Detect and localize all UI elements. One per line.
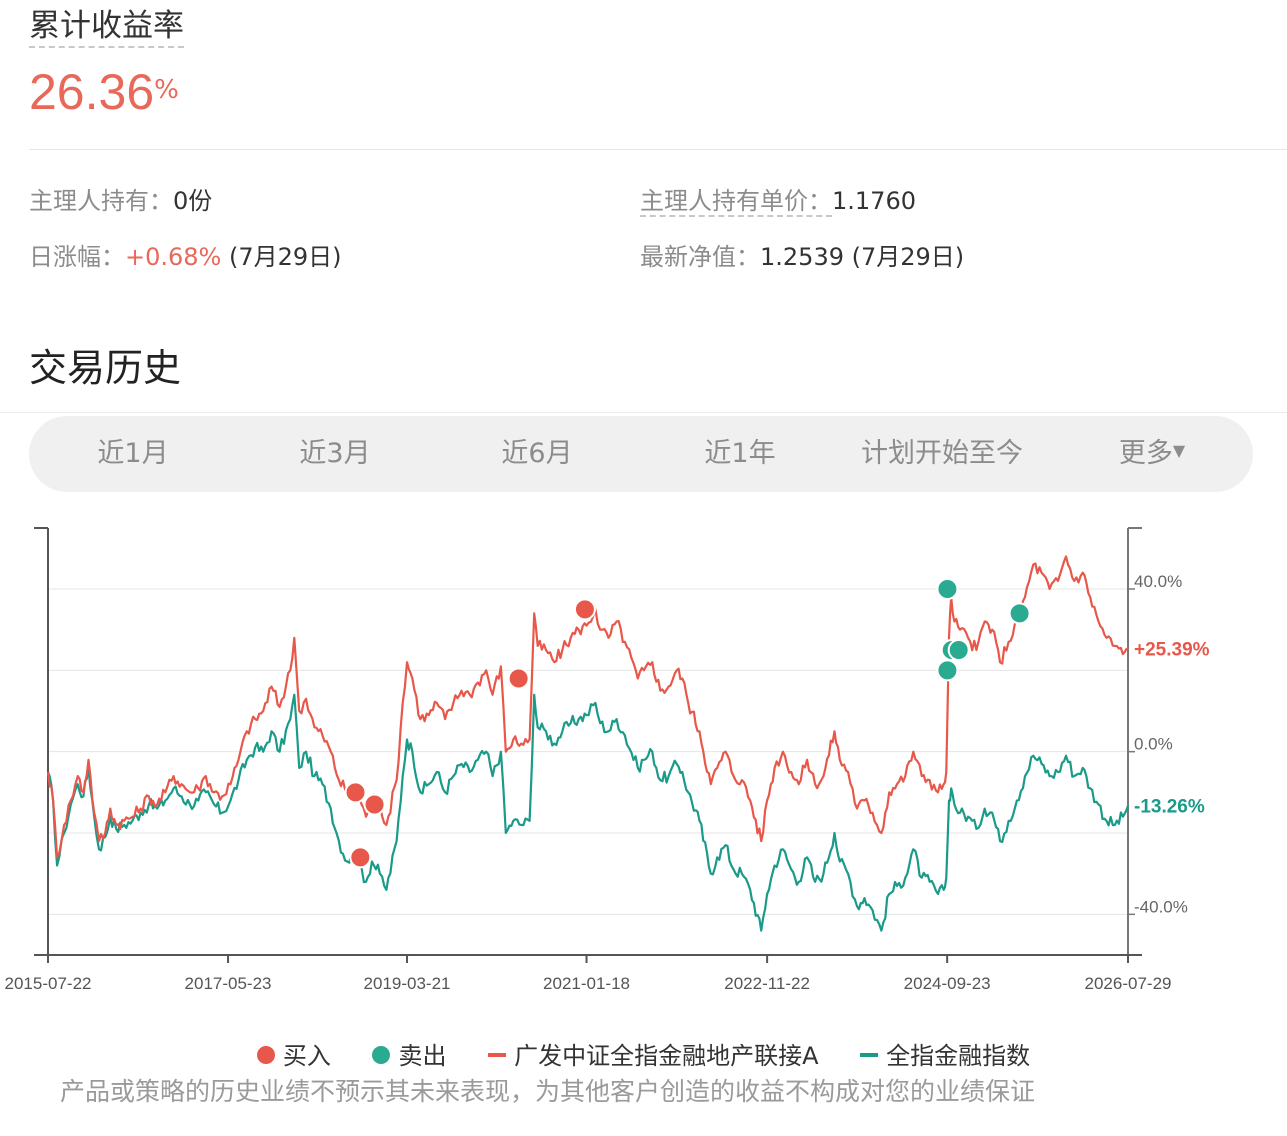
legend-label: 卖出 <box>398 1042 447 1070</box>
legend-sell: 卖出 <box>372 1036 446 1071</box>
x-tick-label: 2026-07-29 <box>1085 974 1172 993</box>
buy-marker <box>507 667 530 690</box>
tab-more-label: 更多 <box>1118 438 1173 469</box>
y-tick-label: 40.0% <box>1134 572 1182 591</box>
x-tick-label: 2015-07-22 <box>5 974 92 993</box>
index-line-icon <box>860 1053 879 1057</box>
chart-legend: 买入 卖出 广发中证全指金融地产联接A 全指金融指数 <box>0 1036 1287 1070</box>
buy-marker <box>344 781 367 804</box>
sell-dot-icon <box>372 1046 391 1064</box>
trade-history-title: 交易历史 <box>29 346 182 390</box>
return-unit: % <box>154 75 179 105</box>
daily-change-value: +0.68% <box>125 243 222 271</box>
legend-label: 买入 <box>282 1042 331 1070</box>
tab-1-year[interactable]: 近1年 <box>670 416 810 492</box>
divider <box>29 149 1287 150</box>
period-tabs: 近1月 近3月 近6月 近1年 计划开始至今 更多▼ <box>29 416 1253 492</box>
sell-marker <box>936 578 959 600</box>
sell-marker <box>947 639 970 661</box>
cumulative-return-title[interactable]: 累计收益率 <box>29 8 184 48</box>
return-number: 26.36 <box>29 64 155 120</box>
legend-index: 全指金融指数 <box>860 1036 1030 1071</box>
holding-label: 主理人持有： <box>29 187 173 215</box>
fund-end-label: +25.39% <box>1134 639 1210 660</box>
latest-nav-value: 1.2539 (7月29日) <box>760 243 965 271</box>
x-tick-label: 2024-09-23 <box>904 974 991 993</box>
buy-marker <box>363 793 386 816</box>
unit-price-value: 1.1760 <box>832 187 916 215</box>
y-tick-label: 0.0% <box>1134 735 1173 754</box>
legend-label: 全指金融指数 <box>886 1042 1031 1070</box>
legend-fund: 广发中证全指金融地产联接A <box>488 1036 819 1071</box>
sell-marker <box>936 659 959 682</box>
tab-more[interactable]: 更多▼ <box>1097 416 1207 492</box>
x-tick-label: 2017-05-23 <box>185 974 272 993</box>
daily-change-label: 日涨幅： <box>29 243 125 271</box>
legend-label: 广发中证全指金融地产联接A <box>514 1042 819 1070</box>
index-end-label: -13.26% <box>1134 797 1205 818</box>
unit-price-label[interactable]: 主理人持有单价： <box>640 187 832 217</box>
daily-change-date: (7月29日) <box>221 243 342 271</box>
holding-row: 主理人持有：0份 <box>29 186 212 216</box>
tab-1-month[interactable]: 近1月 <box>63 416 203 492</box>
tab-since-start[interactable]: 计划开始至今 <box>847 416 1037 492</box>
daily-change-row: 日涨幅：+0.68% (7月29日) <box>29 242 342 272</box>
buy-dot-icon <box>256 1046 275 1064</box>
cumulative-return-value: 26.36% <box>29 62 179 134</box>
unit-price-row: 主理人持有单价：1.1760 <box>640 186 916 217</box>
latest-nav-row: 最新净值：1.2539 (7月29日) <box>640 242 964 272</box>
tab-3-months[interactable]: 近3月 <box>265 416 405 492</box>
caret-down-icon: ▼ <box>1172 440 1186 460</box>
y-tick-label: -40.0% <box>1134 897 1188 916</box>
buy-marker <box>349 846 372 869</box>
tab-6-months[interactable]: 近6月 <box>467 416 607 492</box>
latest-nav-label: 最新净值： <box>640 243 760 271</box>
x-tick-label: 2021-01-18 <box>543 974 630 993</box>
fund-line-icon <box>488 1053 507 1057</box>
sell-marker <box>1008 602 1031 625</box>
holding-value: 0份 <box>173 187 213 215</box>
divider <box>0 412 1287 413</box>
buy-marker <box>573 598 596 621</box>
x-tick-label: 2019-03-21 <box>364 974 451 993</box>
index-series-line <box>46 693 1130 932</box>
disclaimer: 产品或策略的历史业绩不预示其未来表现，为其他客户创造的收益不构成对您的业绩保证 <box>60 1077 1036 1106</box>
legend-buy: 买入 <box>256 1036 331 1071</box>
return-chart: 40.0% 0.0% -40.0% 2015-07-22 2017-05-23 2019-… <box>5 527 1210 993</box>
x-tick-label: 2022-11-22 <box>724 974 810 993</box>
